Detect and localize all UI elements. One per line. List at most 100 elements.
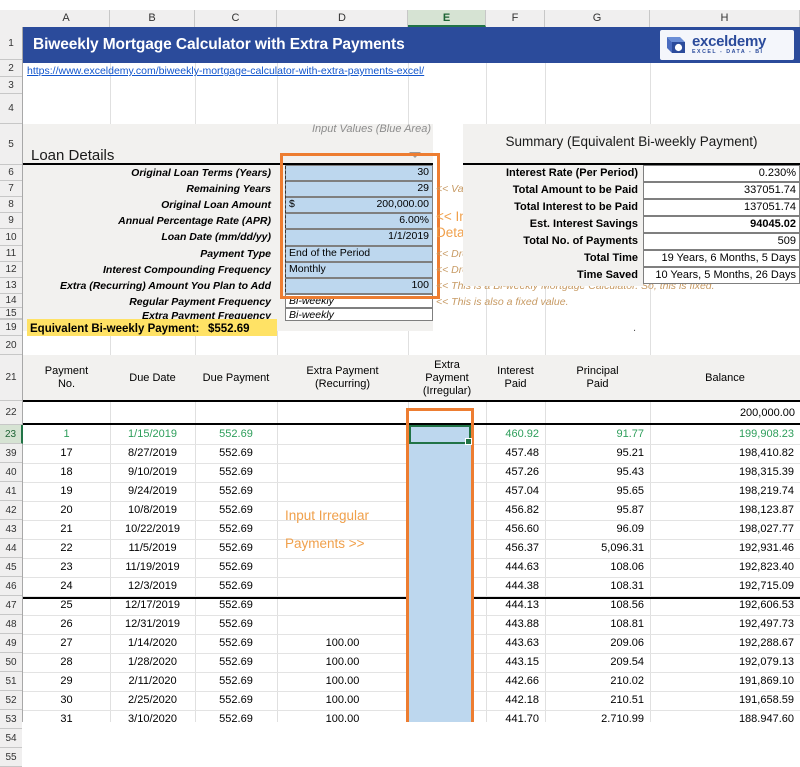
summary-title: Summary (Equivalent Bi-weekly Payment) bbox=[505, 134, 758, 149]
cell-recurring-53: 100.00 bbox=[325, 713, 360, 722]
cell-interest-49: 443.63 bbox=[505, 637, 539, 649]
cell-interest-51: 442.66 bbox=[505, 675, 539, 687]
row-header-14[interactable]: 14 bbox=[0, 294, 22, 308]
loan-details-title: Loan Details bbox=[31, 147, 115, 164]
row-header-3[interactable]: 3 bbox=[0, 77, 22, 94]
cell-due-49: 552.69 bbox=[219, 637, 253, 649]
cell-interest-40: 457.26 bbox=[505, 466, 539, 478]
irregular-input-column-shade[interactable] bbox=[409, 425, 471, 722]
row-header-7[interactable]: 7 bbox=[0, 181, 22, 197]
summary-value-1: 337051.74 bbox=[744, 184, 796, 196]
column-header-a[interactable]: A bbox=[23, 10, 110, 27]
row-header-11[interactable]: 11 bbox=[0, 246, 22, 262]
excel-worksheet: ABCDEFGH 1 2 3 4 5 6 7 8 9 10 11 12 13 14 15 19 20 21 22 23… bbox=[0, 0, 800, 767]
row-header-44[interactable]: 44 bbox=[0, 539, 22, 558]
cell-no-23: 1 bbox=[63, 428, 70, 440]
loan-value-0: 30 bbox=[417, 166, 429, 178]
cell-date-46: 12/3/2019 bbox=[128, 580, 177, 592]
row-header-42[interactable]: 42 bbox=[0, 501, 22, 520]
summary-label-4: Total No. of Payments bbox=[523, 235, 638, 247]
cell-date-43: 10/22/2019 bbox=[124, 523, 181, 535]
column-header-b[interactable]: B bbox=[110, 10, 195, 27]
schedule-header-3: Extra Payment (Recurring) bbox=[306, 365, 379, 390]
row-header-54[interactable]: 54 bbox=[0, 729, 22, 748]
loan-value-8: Bi-weekly bbox=[289, 295, 334, 307]
loan-label-1: Remaining Years bbox=[186, 183, 271, 195]
row-header-21[interactable]: 21 bbox=[0, 355, 22, 401]
row-header-40[interactable]: 40 bbox=[0, 463, 22, 482]
row-header-39[interactable]: 39 bbox=[0, 444, 22, 463]
row-header-50[interactable]: 50 bbox=[0, 653, 22, 672]
cell-no-50: 28 bbox=[60, 656, 73, 668]
row-header-15[interactable]: 15 bbox=[0, 308, 22, 319]
row-header-23[interactable]: 23 bbox=[0, 425, 23, 444]
row-header-2[interactable]: 2 bbox=[0, 60, 22, 77]
column-header-h[interactable]: H bbox=[650, 10, 800, 27]
cell-balance-41: 198,219.74 bbox=[738, 485, 794, 497]
schedule-header-6: Principal Paid bbox=[576, 365, 619, 390]
row-header-53[interactable]: 53 bbox=[0, 710, 22, 729]
row-header-6[interactable]: 6 bbox=[0, 165, 22, 181]
chevron-down-icon[interactable] bbox=[409, 152, 421, 158]
row-header-52[interactable]: 52 bbox=[0, 691, 22, 710]
row-header-13[interactable]: 13 bbox=[0, 278, 22, 294]
cell-interest-47: 444.13 bbox=[505, 599, 539, 611]
cell-interest-41: 457.04 bbox=[505, 485, 539, 497]
schedule-header-rule bbox=[23, 400, 800, 402]
loan-label-4: Loan Date (mm/dd/yy) bbox=[161, 231, 271, 243]
column-header-g[interactable]: G bbox=[545, 10, 650, 27]
row-header-5[interactable]: 5 bbox=[0, 124, 22, 165]
cell-due-53: 552.69 bbox=[219, 713, 253, 722]
cell-due-46: 552.69 bbox=[219, 580, 253, 592]
cell-interest-42: 456.82 bbox=[505, 504, 539, 516]
column-header-f[interactable]: F bbox=[486, 10, 545, 27]
loan-label-7: Extra (Recurring) Amount You Plan to Add bbox=[60, 280, 271, 292]
row-header-20[interactable]: 20 bbox=[0, 336, 22, 355]
loan-value-5: End of the Period bbox=[289, 247, 371, 259]
column-header-c[interactable]: C bbox=[195, 10, 277, 27]
row-header-47[interactable]: 47 bbox=[0, 596, 22, 615]
schedule-header-1: Due Date bbox=[129, 371, 176, 384]
row-header-8[interactable]: 8 bbox=[0, 197, 22, 213]
summary-label-5: Total Time bbox=[584, 252, 638, 264]
column-header-d[interactable]: D bbox=[277, 10, 408, 27]
row-header-43[interactable]: 43 bbox=[0, 520, 22, 539]
cell-balance-23: 199,908.23 bbox=[738, 428, 794, 440]
cell-no-40: 18 bbox=[60, 466, 73, 478]
row-header-45[interactable]: 45 bbox=[0, 558, 22, 577]
summary-value-6: 10 Years, 5 Months, 26 Days bbox=[655, 269, 796, 281]
cell-balance-42: 198,123.87 bbox=[738, 504, 794, 516]
cell-principal-41: 95.65 bbox=[616, 485, 644, 497]
cell-balance-43: 198,027.77 bbox=[738, 523, 794, 535]
cell-balance-39: 198,410.82 bbox=[738, 447, 794, 459]
row-header-18[interactable] bbox=[0, 319, 22, 320]
loan-value-4: 1/1/2019 bbox=[388, 230, 429, 242]
active-cell-e23[interactable] bbox=[409, 425, 472, 445]
cell-no-53: 31 bbox=[60, 713, 73, 722]
row-header-46[interactable]: 46 bbox=[0, 577, 22, 596]
row-header-10[interactable]: 10 bbox=[0, 229, 22, 246]
column-header-e[interactable]: E bbox=[408, 10, 486, 27]
row-header-1[interactable]: 1 bbox=[0, 27, 22, 60]
row-header-4[interactable]: 4 bbox=[0, 94, 22, 124]
cell-due-41: 552.69 bbox=[219, 485, 253, 497]
logo-tagline: EXCEL - DATA - BI bbox=[692, 49, 764, 56]
loan-label-6: Interest Compounding Frequency bbox=[102, 264, 271, 276]
row-header-19[interactable]: 19 bbox=[0, 320, 22, 336]
row-header-12[interactable]: 12 bbox=[0, 262, 22, 278]
row-header-51[interactable]: 51 bbox=[0, 672, 22, 691]
article-url-link[interactable]: https://www.exceldemy.com/biweekly-mortg… bbox=[27, 65, 627, 77]
cell-principal-47: 108.56 bbox=[610, 599, 644, 611]
equivalent-payment-value: $552.69 bbox=[208, 323, 250, 335]
logo-mark-icon bbox=[663, 33, 689, 57]
cell-principal-51: 210.02 bbox=[610, 675, 644, 687]
cell-date-45: 11/19/2019 bbox=[125, 561, 180, 573]
row-header-55[interactable]: 55 bbox=[0, 748, 22, 767]
row-header-48[interactable]: 48 bbox=[0, 615, 22, 634]
row-header-9[interactable]: 9 bbox=[0, 213, 22, 229]
row-header-41[interactable]: 41 bbox=[0, 482, 22, 501]
row-header-22[interactable]: 22 bbox=[0, 401, 22, 425]
row-header-49[interactable]: 49 bbox=[0, 634, 22, 653]
summary-label-1: Total Amount to be Paid bbox=[512, 184, 638, 196]
cell-due-43: 552.69 bbox=[219, 523, 253, 535]
